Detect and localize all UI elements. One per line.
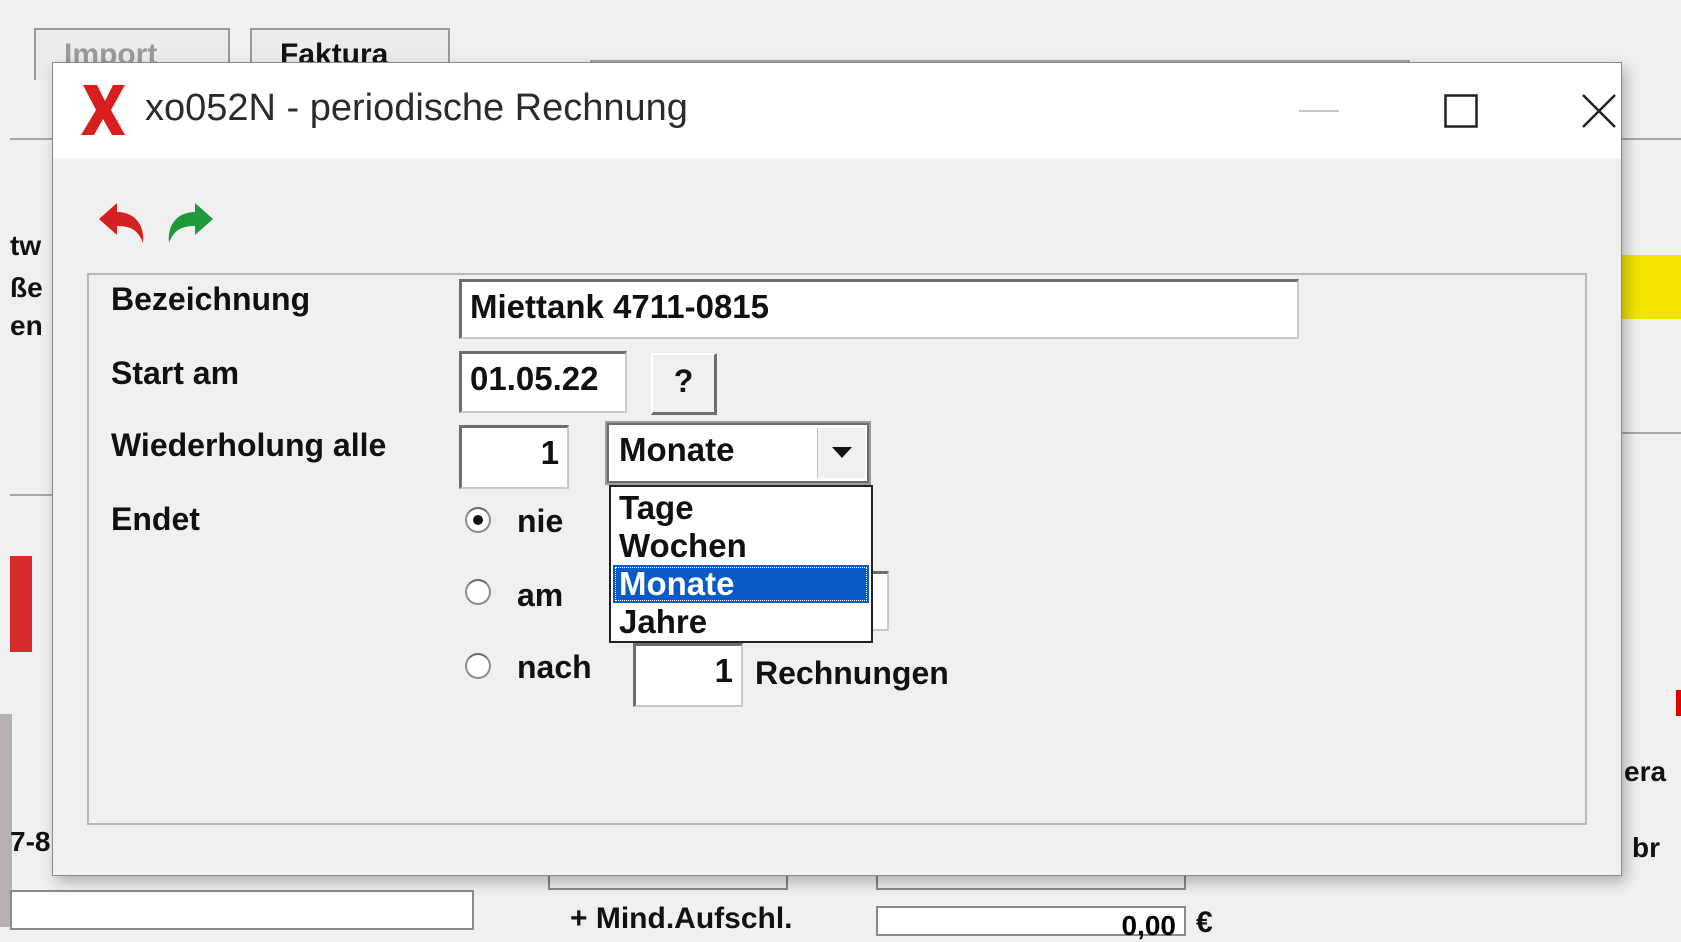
start-date-label: Start am — [111, 355, 240, 391]
bg-label-fragment: br — [1632, 832, 1660, 863]
end-never-label[interactable]: nie — [517, 503, 563, 540]
undo-arrow-icon[interactable] — [93, 199, 149, 247]
interval-option-wochen[interactable]: Wochen — [613, 527, 869, 565]
bg-label-fragment: era — [1624, 756, 1667, 787]
app-logo-icon — [81, 85, 125, 135]
bg-value: 0,00 — [1121, 910, 1177, 941]
minimize-icon — [1299, 110, 1339, 112]
end-on-date-label[interactable]: am — [517, 577, 563, 614]
interval-option-tage[interactable]: Tage — [613, 489, 869, 527]
bg-red-marker — [1676, 690, 1681, 716]
bg-currency: € — [1196, 906, 1213, 939]
minimize-button[interactable] — [1261, 63, 1377, 159]
end-after-label[interactable]: nach — [517, 649, 592, 686]
interval-option-jahre[interactable]: Jahre — [613, 603, 869, 641]
bg-label-fragment: ße — [10, 272, 43, 303]
bg-divider — [10, 494, 52, 496]
bg-value-field: 0,00 — [876, 906, 1186, 941]
bezeichnung-input[interactable]: Miettank 4711-0815 — [459, 279, 1299, 339]
start-date-input[interactable]: 01.05.22 — [459, 351, 627, 413]
bg-field — [548, 876, 788, 890]
periodic-invoice-dialog: xo052N - periodische Rechnung Bezeichnun… — [52, 62, 1622, 876]
after-count-input[interactable]: 1 — [633, 643, 743, 707]
bg-red-marker — [10, 556, 32, 652]
bg-field — [10, 890, 474, 930]
maximize-button[interactable] — [1403, 63, 1519, 159]
interval-selected-value: Monate — [619, 431, 735, 468]
close-button[interactable] — [1541, 63, 1657, 159]
dropdown-toggle[interactable] — [817, 428, 865, 478]
bg-label-fragment: tw — [10, 230, 42, 261]
end-after-radio[interactable] — [465, 653, 491, 679]
bg-divider — [10, 138, 52, 140]
end-on-date-radio[interactable] — [465, 579, 491, 605]
bg-label: + Mind.Aufschl. — [570, 902, 793, 935]
repeat-count-input[interactable]: 1 — [459, 425, 569, 489]
bg-label-fragment: en — [10, 310, 43, 341]
repeat-label: Wiederholung alle — [111, 427, 387, 463]
maximize-icon — [1444, 94, 1478, 128]
after-unit-label: Rechnungen — [755, 655, 949, 691]
chevron-down-icon — [831, 447, 852, 458]
redo-arrow-icon[interactable] — [163, 199, 219, 247]
ends-label: Endet — [111, 501, 200, 537]
interval-dropdown-list: Tage Wochen Monate Jahre — [609, 485, 873, 643]
title-bar[interactable]: xo052N - periodische Rechnung — [53, 63, 1621, 159]
end-never-radio[interactable] — [465, 507, 491, 533]
dialog-title: xo052N - periodische Rechnung — [145, 87, 688, 129]
radio-selected-dot — [473, 515, 483, 525]
interval-option-monate[interactable]: Monate — [613, 565, 869, 603]
bg-label-fragment: 7-8 — [10, 826, 51, 857]
bg-divider — [1622, 432, 1681, 434]
date-picker-button[interactable]: ? — [651, 353, 717, 415]
interval-select[interactable]: Monate — [605, 421, 871, 485]
bg-field — [876, 876, 1186, 890]
bezeichnung-label: Bezeichnung — [111, 281, 311, 317]
bg-yellow-bar — [1622, 255, 1681, 319]
close-icon — [1582, 94, 1616, 128]
